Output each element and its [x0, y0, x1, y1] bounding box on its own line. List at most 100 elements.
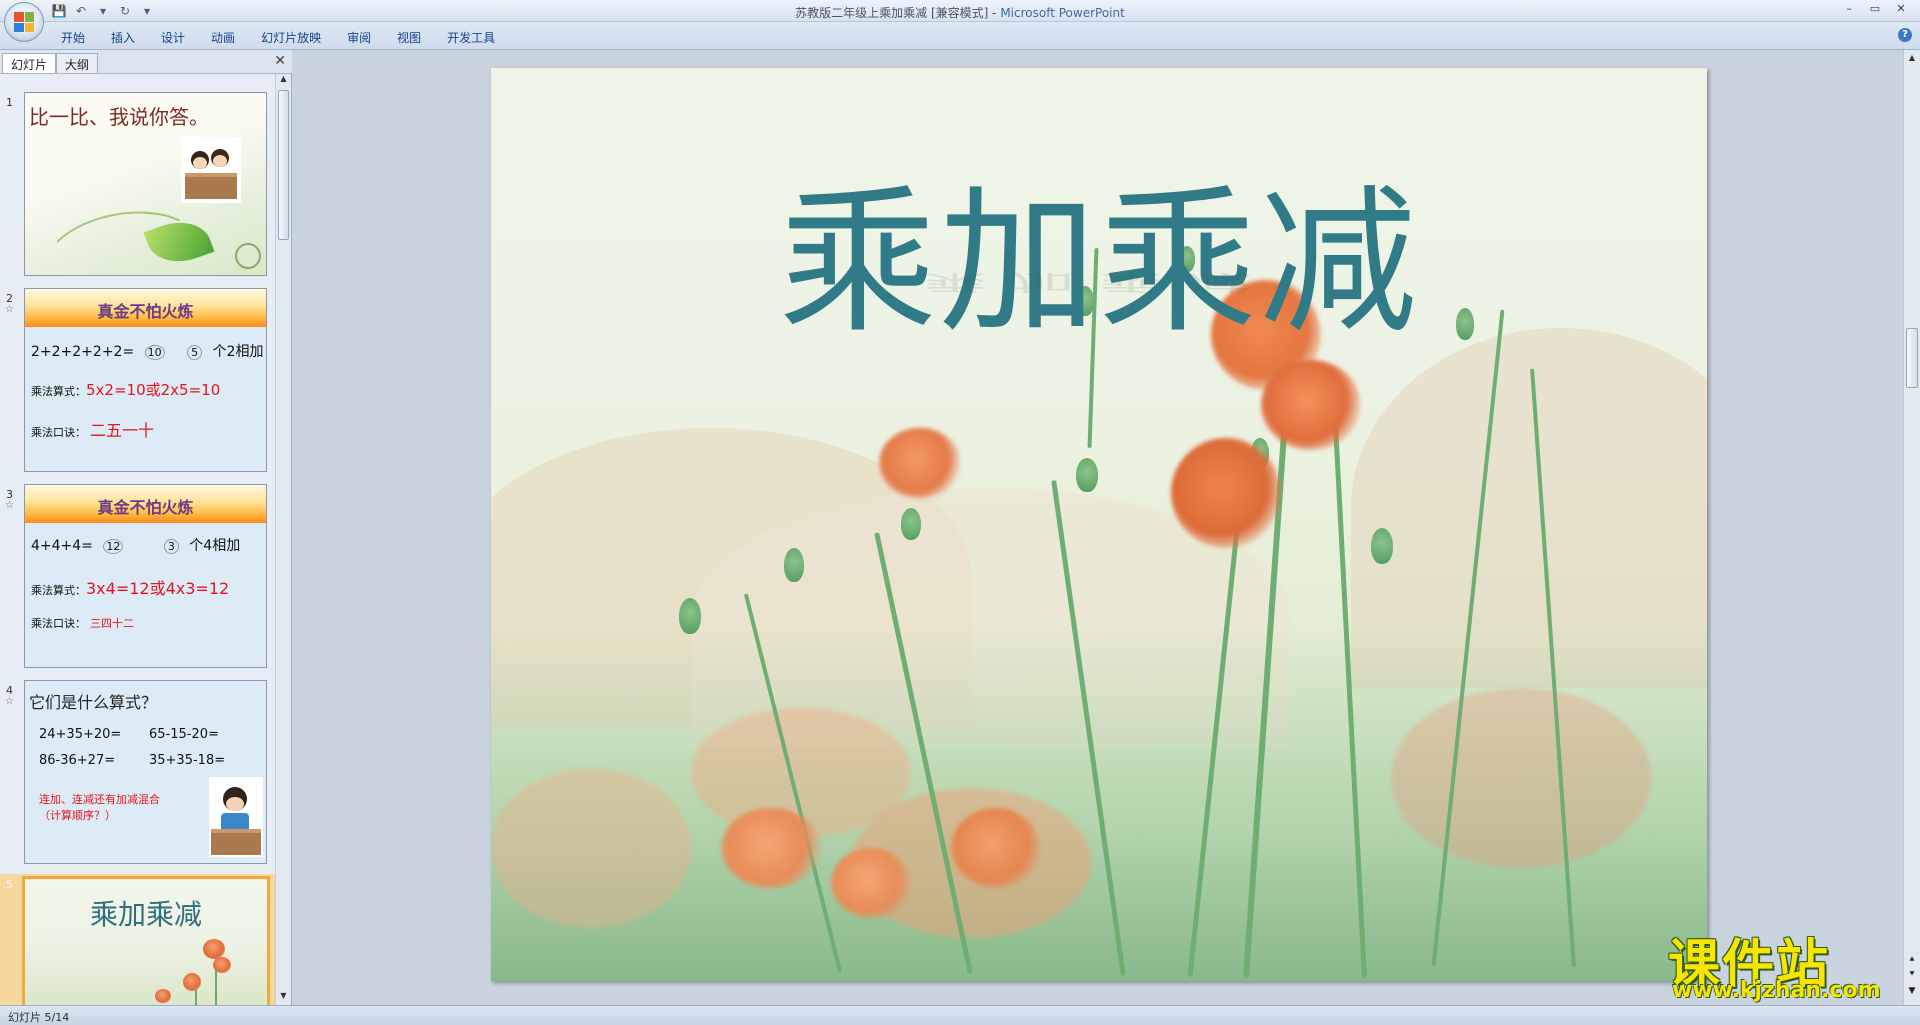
thumbnail-canvas: 它们是什么算式？ 24+35+20= 65-15-20= 86-36+27= 3…: [24, 680, 267, 864]
student-illustration: [209, 777, 263, 857]
thumbnail-canvas: 真金不怕火炼 4+4+4= 12 3 个4相加 乘法算式：3x4=12或4x3=…: [24, 484, 267, 668]
site-watermark: 课件站 www.kjzhan.com: [1668, 922, 1904, 1003]
tab-slide-show[interactable]: 幻灯片放映: [248, 27, 334, 48]
help-icon[interactable]: ?: [1898, 28, 1912, 42]
tab-insert[interactable]: 插入: [98, 27, 148, 48]
slide-number: 5: [6, 878, 13, 891]
rhyme-label: 乘法口诀：: [31, 426, 86, 439]
rhyme-text: 二五一十: [90, 421, 155, 440]
slide-thumbnail-list: 1 比一比、我说你答。 2 ☆ 真金不怕火炼 2+2+2+2+2= 10 5 个…: [0, 74, 276, 1005]
close-pane-icon[interactable]: ✕: [274, 53, 286, 69]
addition-expression: 2+2+2+2+2=: [31, 344, 135, 360]
current-slide[interactable]: 乘加乘减 乘加乘减: [491, 68, 1707, 981]
maximize-button[interactable]: ▭: [1862, 0, 1888, 18]
slide-counter: 幻灯片 5/14: [8, 1011, 70, 1024]
tab-outline[interactable]: 大纲: [56, 53, 99, 73]
thumbnail-title: 它们是什么算式？: [29, 693, 158, 712]
thumbnail-canvas: 乘加乘减: [22, 876, 270, 1005]
equation: 24+35+20=: [39, 727, 122, 742]
office-button[interactable]: [4, 2, 44, 42]
equation: 86-36+27=: [39, 753, 116, 768]
document-title: 苏教版二年级上乘加乘减 [兼容模式]: [795, 6, 989, 20]
thumbnail-scrollbar[interactable]: ▲ ▼: [275, 74, 291, 1005]
answer-bubble: 10: [144, 345, 165, 360]
poppy-stem: [195, 989, 197, 1005]
slide-title-reflection: 乘加乘减: [923, 268, 1275, 295]
previous-slide-icon[interactable]: ⯅: [1904, 955, 1920, 965]
poppy-flower: [879, 428, 961, 498]
scroll-down-icon[interactable]: ▼: [1904, 986, 1920, 996]
animation-star-icon: ☆: [5, 696, 14, 707]
minimize-button[interactable]: –: [1836, 0, 1862, 18]
tab-developer[interactable]: 开发工具: [434, 27, 508, 48]
slide-thumbnail-2[interactable]: 2 ☆ 真金不怕火炼 2+2+2+2+2= 10 5 个2相加 乘法算式：5x2…: [0, 288, 276, 484]
slide-editing-area: 乘加乘减 乘加乘减: [293, 50, 1903, 1005]
phrase: 个2相加: [212, 344, 264, 360]
tab-design[interactable]: 设计: [148, 27, 198, 48]
thumbnail-title: 比一比、我说你答。: [29, 105, 209, 129]
animation-star-icon: ☆: [5, 304, 14, 315]
scrollbar-thumb[interactable]: [1906, 328, 1918, 388]
pane-tabs: 幻灯片 大纲 ✕: [0, 50, 292, 74]
rhyme-label: 乘法口诀：: [31, 617, 86, 630]
kids-desk-illustration: [181, 137, 241, 203]
slide-title[interactable]: 乘加乘减: [491, 134, 1707, 363]
title-separator: -: [988, 6, 1001, 20]
poppy-flower: [155, 989, 171, 1003]
close-button[interactable]: ✕: [1888, 0, 1914, 18]
equation: 65-15-20=: [149, 727, 219, 742]
count-bubble: 3: [163, 539, 179, 554]
animation-star-icon: ☆: [5, 500, 14, 511]
poppy-flower: [1261, 360, 1361, 450]
formula-label: 乘法算式：: [31, 385, 86, 398]
slide-thumbnail-5[interactable]: 5 乘加乘减: [0, 874, 276, 1005]
banner-title: 真金不怕火炼: [97, 498, 194, 517]
note-line-2: （计算顺序？）: [39, 809, 116, 822]
formula-text: 3x4=12或4x3=12: [86, 579, 230, 598]
tab-view[interactable]: 视图: [384, 27, 434, 48]
poppy-flower: [203, 939, 225, 959]
tab-home[interactable]: 开始: [48, 27, 98, 48]
next-slide-icon[interactable]: ⯆: [1904, 970, 1920, 980]
window-title: 苏教版二年级上乘加乘减 [兼容模式] - Microsoft PowerPoin…: [0, 4, 1920, 21]
equation: 35+35-18=: [149, 753, 226, 768]
office-logo-icon: [14, 12, 34, 32]
swirl-decoration: [235, 243, 261, 269]
thumbnail-canvas: 比一比、我说你答。: [24, 92, 267, 276]
watermark-url: www.kjzhan.com: [1672, 978, 1881, 1003]
blurred-poppies: [491, 768, 691, 928]
slides-pane: 幻灯片 大纲 ✕ 1 比一比、我说你答。 2 ☆ 真金不怕火炼 2+2+2+2+…: [0, 50, 292, 1005]
scroll-down-icon[interactable]: ▼: [276, 991, 291, 1005]
vine-decoration: [36, 199, 210, 275]
poppy-flower: [831, 848, 911, 918]
poppy-bud: [679, 598, 701, 634]
tab-animations[interactable]: 动画: [198, 27, 248, 48]
window-controls: – ▭ ✕: [1836, 0, 1914, 18]
scrollbar-thumb[interactable]: [278, 90, 289, 240]
poppy-bud: [1076, 458, 1098, 492]
scroll-up-icon[interactable]: ▲: [1904, 50, 1920, 66]
banner-title: 真金不怕火炼: [97, 302, 194, 321]
tab-review[interactable]: 审阅: [334, 27, 384, 48]
slide-thumbnail-1[interactable]: 1 比一比、我说你答。: [0, 92, 276, 288]
main-vertical-scrollbar[interactable]: ▲ ⯅ ⯆ ▼: [1903, 50, 1920, 1005]
ribbon: 开始 插入 设计 动画 幻灯片放映 审阅 视图 开发工具 ?: [0, 22, 1920, 50]
count-bubble: 5: [187, 345, 203, 360]
phrase: 个4相加: [189, 538, 241, 554]
poppy-bud: [784, 548, 804, 582]
rhyme-text: 三四十二: [90, 617, 134, 630]
scroll-up-icon[interactable]: ▲: [276, 74, 291, 88]
addition-expression: 4+4+4=: [31, 538, 93, 554]
poppy-flower: [1171, 438, 1281, 548]
slide-thumbnail-4[interactable]: 4 ☆ 它们是什么算式？ 24+35+20= 65-15-20= 86-36+2…: [0, 680, 276, 876]
poppy-flower: [721, 808, 821, 888]
poppy-flower: [183, 973, 201, 991]
poppy-flower: [213, 957, 231, 973]
poppy-bud: [901, 508, 921, 540]
poppy-flower: [951, 808, 1041, 888]
tab-slides[interactable]: 幻灯片: [2, 53, 57, 73]
poppy-bud: [1371, 528, 1393, 564]
answer-bubble: 12: [103, 539, 124, 554]
slide-thumbnail-3[interactable]: 3 ☆ 真金不怕火炼 4+4+4= 12 3 个4相加 乘法算式：3x4=12或…: [0, 484, 276, 680]
formula-text: 5x2=10或2x5=10: [86, 381, 221, 399]
